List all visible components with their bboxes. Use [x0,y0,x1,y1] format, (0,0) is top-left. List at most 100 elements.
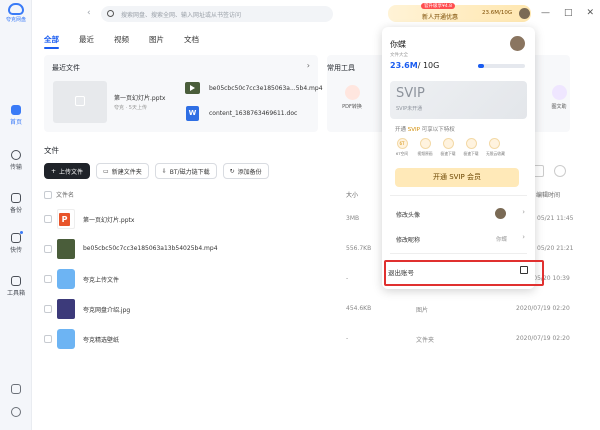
recent-file-sub: 夸克 · 5天上传 [114,105,147,111]
promo-banner[interactable]: 官升级享¥4.8 新人开通优惠 23.6M/10G [388,3,531,22]
change-avatar-item[interactable]: 修改头像 [396,210,420,219]
word-file-icon: W [186,106,199,121]
benefit-item: 无限云收藏 [486,138,505,157]
sidebar-item-label: 快传 [9,247,22,254]
sidebar-item-backup[interactable]: 备份 [0,193,32,214]
column-size[interactable]: 大小 [346,190,358,199]
sidebar-item-transfer[interactable]: 传输 [0,150,32,171]
column-name[interactable]: 文件名 [56,190,74,199]
file-time: 2020/07/19 02:20 [516,305,570,312]
file-name[interactable]: 夸克网盘介绍.jpg [83,305,130,314]
sidebar-item-toolbox[interactable]: 工具箱 [0,276,32,297]
download-icon: ⇩ [161,167,167,175]
tool-image-text[interactable]: 图文助 [544,85,574,110]
logout-icon[interactable] [520,266,528,274]
table-row[interactable]: 夸克精选壁纸 - 文件夹 2020/07/19 02:20 [44,324,574,354]
upload-file-button[interactable]: + 上传文件 [44,163,91,179]
close-button[interactable]: ✕ [587,8,595,18]
folder-plus-icon: ▭ [103,167,109,175]
search-input[interactable]: 搜索网盘、搜索全网、输入网址或从书签访问 [101,6,333,22]
avatar[interactable] [510,36,525,51]
change-nickname-item[interactable]: 修改昵称 [396,235,420,244]
row-checkbox[interactable] [44,215,52,223]
benefit-label: 视频原画 [417,151,433,156]
tool-pdf-convert[interactable]: PDF转换 [337,85,367,110]
home-icon [11,105,21,115]
chevron-right-icon[interactable]: › [522,208,525,216]
tool-label: PDF转换 [342,104,362,110]
back-icon[interactable]: ‹ [87,8,91,18]
video-file-icon [185,82,200,94]
view-toggle [532,165,566,177]
ppt-file-icon [57,209,75,229]
sidebar-item-label: 工具箱 [6,290,25,297]
tab-image[interactable]: 图片 [149,34,164,45]
tab-all[interactable]: 全部 [44,34,59,49]
file-name[interactable]: 夸克精选壁纸 [83,335,119,344]
file-time: 2020/07/19 02:20 [516,335,570,342]
promo-badge: 官升级享¥4.8 [421,3,456,9]
app-logo: 夸克网盘 [3,1,29,23]
cloud-collect-icon [488,138,500,149]
recent-files-title: 最近文件 [52,64,80,72]
file-name[interactable]: be05cbc50c7cc3e185063a13b54025b4.mp4 [83,245,218,252]
video-hd-icon [419,138,431,149]
recent-file-name[interactable]: 第一页幻灯片.pptx [114,93,165,102]
recent-file-name[interactable]: be05cbc50c7cc3e185063a...5b4.mp4 [209,85,323,92]
bt-download-button[interactable]: ⇩ BT/磁力链下载 [154,163,217,179]
window-controls: — □ ✕ [541,8,594,18]
settings-icon[interactable] [11,407,21,417]
chevron-right-icon[interactable]: › [307,61,310,70]
fast-download-icon [442,138,454,149]
tab-recent[interactable]: 最近 [79,34,94,45]
fast-download-icon [465,138,477,149]
avatar [495,208,506,219]
popup-username: 你蝶 [390,40,406,49]
minimize-button[interactable]: — [541,8,550,18]
storage-mini: 23.6M/10G [482,10,513,16]
file-name[interactable]: 夸克上传文件 [83,275,119,284]
tab-document[interactable]: 文档 [184,34,199,45]
app-logo-text: 夸克网盘 [5,17,26,23]
storage-progress-bar [478,64,525,68]
row-checkbox[interactable] [44,245,52,253]
avatar[interactable] [519,8,530,19]
file-name[interactable]: 第一页幻灯片.pptx [83,215,134,224]
toolbox-icon [11,276,21,286]
backup-small-icon: ↻ [229,167,235,175]
row-checkbox[interactable] [44,275,52,283]
image-placeholder-icon [75,96,85,106]
tab-video[interactable]: 视频 [114,34,129,45]
svip-benefits: 6T 6T空间 视频原画 极速下载 极速下载 无限云收藏 [394,138,505,157]
benefit-item: 极速下载 [440,138,456,157]
chevron-right-icon[interactable]: › [522,233,525,241]
open-svip-button[interactable]: 开通 SVIP 会员 [395,168,519,187]
row-checkbox[interactable] [44,305,52,313]
backup-icon [11,193,21,203]
sidebar-item-home[interactable]: 首页 [0,105,32,126]
sidebar-item-quick-transfer[interactable]: 快传 [0,231,32,254]
recent-file-thumbnail[interactable] [53,81,107,123]
row-checkbox[interactable] [44,335,52,343]
nickname-value: 你蝶 [496,237,508,243]
svip-card[interactable]: SVIP SVIP未开通 [390,81,527,119]
phone-icon[interactable] [11,384,21,394]
tool-label: 图文助 [551,104,567,110]
button-label: BT/磁力链下载 [169,168,210,176]
table-row[interactable]: 夸克网盘介绍.jpg 454.6KB 图片 2020/07/19 02:20 [44,294,574,324]
new-folder-button[interactable]: ▭ 新建文件夹 [96,163,149,179]
benefit-prefix: 开通 [395,127,407,133]
refresh-icon[interactable] [554,165,566,177]
select-all-checkbox[interactable] [44,191,52,199]
maximize-button[interactable]: □ [564,8,573,18]
file-size: - [346,335,349,342]
column-time[interactable]: 编辑时间 [536,190,560,199]
account-popup: 你蝶 文件大全 23.6M/ 10G SVIP SVIP未开通 开通 SVIP … [382,27,535,289]
svip-benefit-heading: 开通 SVIP 可享以下特权 [395,125,455,133]
benefit-label: 6T空间 [395,151,409,156]
folder-icon [57,269,75,289]
recent-file-name[interactable]: content_1638763469611.doc [209,110,297,117]
file-type: 图片 [416,307,429,314]
add-backup-button[interactable]: ↻ 添加备份 [222,163,269,179]
quick-transfer-icon [11,231,23,243]
